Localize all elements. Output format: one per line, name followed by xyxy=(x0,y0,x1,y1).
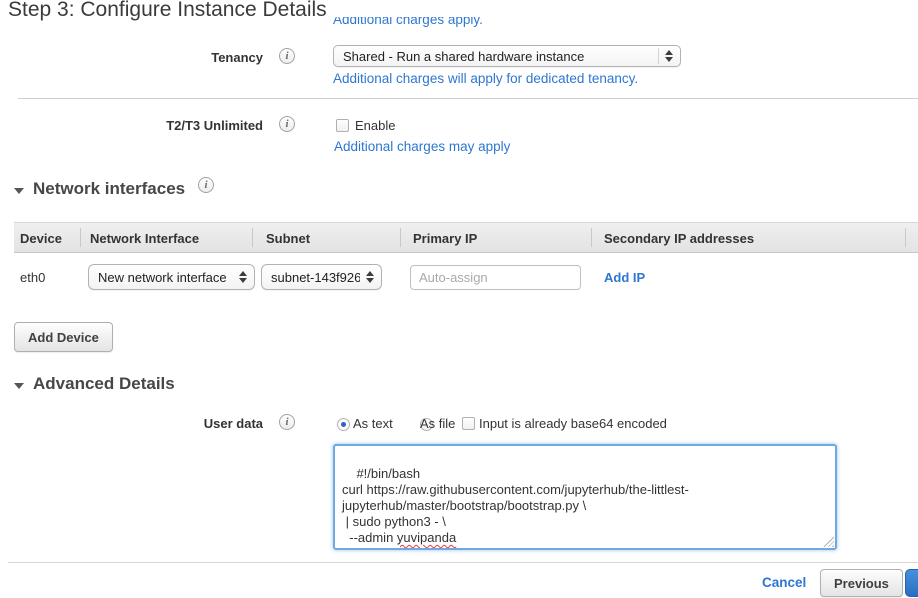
as-text-radio-label: As text xyxy=(353,416,393,431)
tenancy-select[interactable]: Shared - Run a shared hardware instance xyxy=(333,45,681,67)
advanced-details-collapse-icon[interactable] xyxy=(14,383,24,389)
enable-checkbox-label: Enable xyxy=(355,118,395,133)
tenancy-select-value: Shared - Run a shared hardware instance xyxy=(343,49,652,64)
t2t3-charges-link[interactable]: Additional charges may apply xyxy=(334,139,510,154)
select-spinner-icon xyxy=(658,48,676,64)
as-text-radio[interactable] xyxy=(337,418,350,431)
add-device-button[interactable]: Add Device xyxy=(14,322,113,352)
column-separator xyxy=(252,228,253,247)
add-ip-link[interactable]: Add IP xyxy=(604,270,645,285)
section-divider xyxy=(18,98,918,99)
network-interface-select-value: New network interface xyxy=(98,270,233,285)
t2t3-label: T2/T3 Unlimited xyxy=(0,118,263,133)
previous-button[interactable]: Previous xyxy=(820,569,903,597)
select-spinner-icon xyxy=(239,269,250,285)
primary-action-button[interactable] xyxy=(905,569,918,597)
network-interfaces-info-icon[interactable]: i xyxy=(198,177,214,193)
column-separator xyxy=(400,228,401,247)
cancel-link[interactable]: Cancel xyxy=(762,575,806,590)
select-spinner-icon xyxy=(366,269,377,285)
resize-handle-icon[interactable] xyxy=(823,536,834,547)
footer-divider xyxy=(8,562,918,563)
base64-checkbox-label: Input is already base64 encoded xyxy=(479,416,667,431)
column-subnet: Subnet xyxy=(266,231,310,246)
page-title: Step 3: Configure Instance Details xyxy=(8,0,327,22)
subnet-select-value: subnet-143f9263 xyxy=(271,270,360,285)
tenancy-charges-link[interactable]: Additional charges will apply for dedica… xyxy=(333,71,638,86)
user-data-misspelled-word: yuvipanda xyxy=(397,530,456,545)
user-data-info-icon[interactable]: i xyxy=(279,414,295,430)
base64-checkbox[interactable] xyxy=(462,417,475,430)
column-separator xyxy=(80,228,81,247)
as-file-radio-label: As file xyxy=(420,416,455,431)
user-data-textarea[interactable]: #!/bin/bash curl https://raw.githubuserc… xyxy=(333,444,837,550)
column-separator xyxy=(905,228,906,247)
network-interfaces-heading: Network interfaces xyxy=(33,179,185,199)
network-interfaces-collapse-icon[interactable] xyxy=(14,188,24,194)
subnet-select[interactable]: subnet-143f9263 xyxy=(261,264,382,290)
user-data-text: #!/bin/bash curl https://raw.githubuserc… xyxy=(342,466,689,545)
column-network-interface: Network Interface xyxy=(90,231,199,246)
network-interfaces-table-header: Device Network Interface Subnet Primary … xyxy=(14,222,918,253)
column-primary-ip: Primary IP xyxy=(413,231,477,246)
tenancy-label: Tenancy xyxy=(0,50,263,65)
tenancy-info-icon[interactable]: i xyxy=(279,48,295,64)
configure-instance-details-page: Additional charges apply. Step 3: Config… xyxy=(0,0,918,598)
column-secondary-ip: Secondary IP addresses xyxy=(604,231,754,246)
device-name: eth0 xyxy=(20,270,45,285)
user-data-label: User data xyxy=(0,416,263,431)
t2t3-info-icon[interactable]: i xyxy=(279,116,295,132)
column-device: Device xyxy=(20,231,62,246)
enable-checkbox[interactable] xyxy=(336,119,349,132)
advanced-details-heading: Advanced Details xyxy=(33,374,175,394)
network-interface-select[interactable]: New network interface xyxy=(88,264,255,290)
column-separator xyxy=(591,228,592,247)
primary-ip-input[interactable] xyxy=(410,265,581,290)
